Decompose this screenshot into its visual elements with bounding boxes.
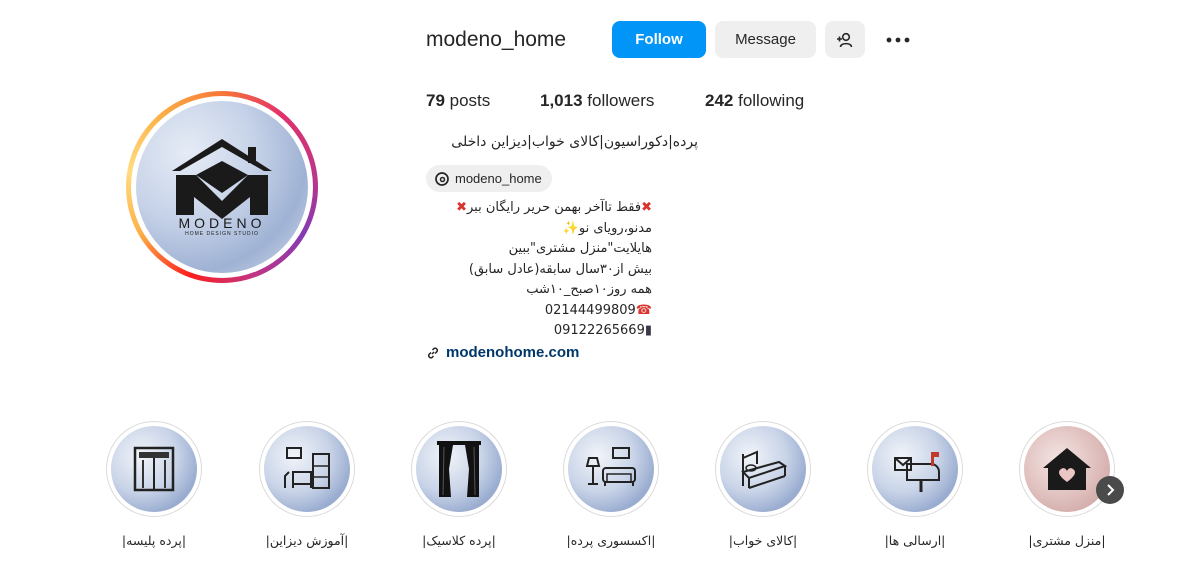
bio-mobile-text: 09122265669 <box>553 323 645 338</box>
highlight-image <box>568 426 654 512</box>
highlight-label[interactable]: |آموزش دیزاین| <box>237 533 377 548</box>
blind-window-icon <box>133 446 175 492</box>
highlight-cover <box>867 421 963 517</box>
highlight-item[interactable] <box>106 421 202 517</box>
bio-line-text: همه روز۱۰صبح_۱۰شب <box>526 282 652 297</box>
highlight-cover <box>1019 421 1115 517</box>
highlight-label[interactable]: |اکسسوری پرده| <box>541 533 681 548</box>
cross-mark-icon: ✖ <box>641 200 652 215</box>
profile-avatar[interactable]: MODENO HOME DESIGN STUDIO <box>126 91 318 283</box>
highlight-label[interactable]: |پرده پلیسه| <box>84 533 224 548</box>
followers-label: followers <box>582 91 655 110</box>
highlight-cover <box>563 421 659 517</box>
bio-link[interactable]: modenohome.com <box>426 344 579 361</box>
highlight-cover <box>106 421 202 517</box>
threads-icon <box>435 171 449 186</box>
highlight-item[interactable] <box>1019 421 1115 517</box>
bio-line: ☎02144499809 <box>426 301 652 322</box>
profile-username: modeno_home <box>426 28 567 51</box>
classic-curtain-icon <box>437 441 481 497</box>
bio-line: همه روز۱۰صبح_۱۰شب <box>426 280 652 301</box>
threads-handle: modeno_home <box>455 171 542 186</box>
highlight-cover <box>715 421 811 517</box>
message-button[interactable]: Message <box>715 21 816 58</box>
bio-line-text: هایلایت"منزل مشتری"ببین <box>508 241 652 256</box>
bio-line-text: بیش از۳۰سال سابقه(عادل سابق) <box>468 261 652 277</box>
avatar-inner: MODENO HOME DESIGN STUDIO <box>131 96 313 278</box>
bio-line: ▮09122265669 <box>426 321 652 342</box>
bio-line: ✖فقط تاآخر بهمن حریر رایگان ببر✖ <box>426 198 652 219</box>
bio-line-text: مدنو،رویای نو <box>578 220 652 236</box>
highlight-image <box>872 426 958 512</box>
add-user-button[interactable] <box>825 21 865 58</box>
website-link[interactable]: modenohome.com <box>446 344 579 361</box>
posts-stat: 79 posts <box>426 91 490 111</box>
highlight-item[interactable] <box>563 421 659 517</box>
followers-stat[interactable]: 1,013 followers <box>540 91 654 111</box>
highlight-cover <box>259 421 355 517</box>
link-icon <box>427 346 439 359</box>
avatar-image: MODENO HOME DESIGN STUDIO <box>136 101 308 273</box>
highlight-item[interactable] <box>867 421 963 517</box>
highlights-next-button[interactable] <box>1096 476 1124 504</box>
following-label: following <box>733 91 805 110</box>
highlight-label[interactable]: |کالای خواب| <box>693 533 833 548</box>
bio-phone-text: 02144499809 <box>544 302 636 318</box>
follow-button[interactable]: Follow <box>612 21 706 58</box>
highlight-cover <box>411 421 507 517</box>
add-user-icon <box>837 32 853 47</box>
highlight-item[interactable] <box>411 421 507 517</box>
avatar-logo-text: MODENO <box>178 215 266 231</box>
sofa-lamp-icon <box>585 447 636 486</box>
bio-text: ✖فقط تاآخر بهمن حریر رایگان ببر✖ مدنو،رو… <box>426 198 652 342</box>
highlight-label[interactable]: |ارسالی ها| <box>845 533 985 548</box>
highlight-image <box>111 426 197 512</box>
posts-count: 79 <box>426 91 445 110</box>
highlight-label[interactable]: |منزل مشتری| <box>997 533 1137 548</box>
interior-room-icon <box>284 447 330 489</box>
bio-title: پرده|دکوراسیون|کالای خواب|دیزاین داخلی <box>451 134 698 150</box>
highlight-image <box>264 426 350 512</box>
followers-count: 1,013 <box>540 91 583 110</box>
telephone-icon: ☎ <box>635 302 652 318</box>
highlight-image <box>720 426 806 512</box>
home-heart-icon <box>1043 448 1091 490</box>
following-stat[interactable]: 242 following <box>705 91 804 111</box>
more-options-button[interactable] <box>880 26 916 54</box>
bio-line-text: فقط تاآخر بهمن حریر رایگان ببر <box>466 200 642 215</box>
highlight-image <box>1024 426 1110 512</box>
threads-badge[interactable]: modeno_home <box>426 165 552 192</box>
following-count: 242 <box>705 91 734 110</box>
highlight-image <box>416 426 502 512</box>
chevron-right-icon <box>1107 484 1115 496</box>
bio-line: بیش از۳۰سال سابقه(عادل سابق) <box>426 260 652 281</box>
mailbox-icon <box>894 452 940 492</box>
modeno-logo-icon <box>172 139 272 219</box>
more-horizontal-icon <box>886 37 910 43</box>
mobile-phone-icon: ▮ <box>644 323 652 338</box>
highlight-label[interactable]: |پرده کلاسیک| <box>389 533 529 548</box>
highlight-item[interactable] <box>715 421 811 517</box>
bed-icon <box>741 450 788 489</box>
sparkle-icon: ✨ <box>562 220 579 236</box>
posts-label: posts <box>444 91 491 110</box>
highlight-item[interactable] <box>259 421 355 517</box>
bio-line: مدنو،رویای نو✨ <box>426 219 652 240</box>
bio-line: هایلایت"منزل مشتری"ببین <box>426 239 652 260</box>
cross-mark-icon: ✖ <box>456 200 467 215</box>
avatar-logo-subtext: HOME DESIGN STUDIO <box>185 231 259 237</box>
